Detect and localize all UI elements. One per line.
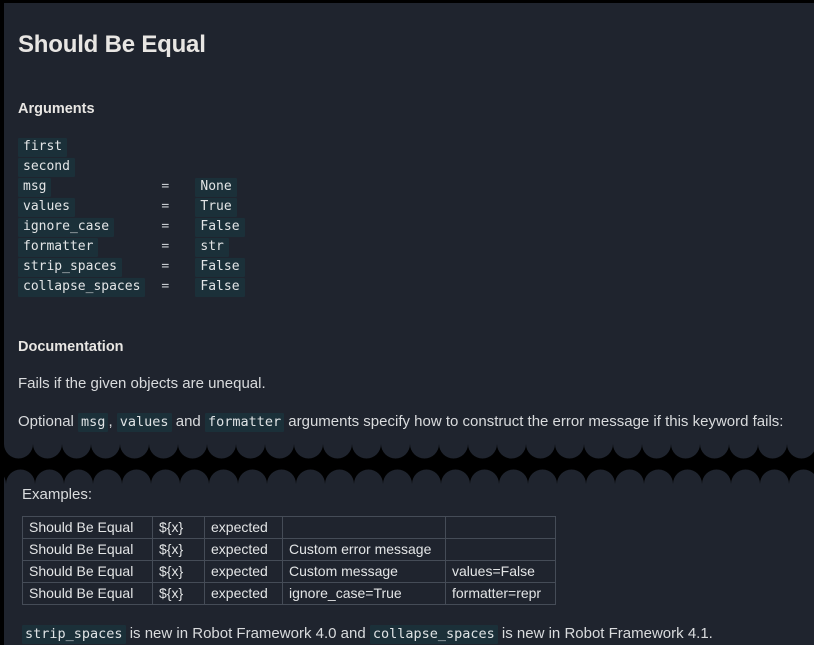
argument-name-chip: ignore_case: [18, 218, 115, 237]
table-cell: Custom message: [282, 560, 446, 583]
argument-row: collapse_spaces = False: [18, 277, 245, 297]
version-note: strip_spaces is new in Robot Framework 4…: [22, 623, 814, 645]
argument-default-chip: False: [195, 218, 245, 237]
page-title: Should Be Equal: [18, 31, 206, 58]
argument-name-chip: second: [18, 158, 75, 177]
argument-row: first: [18, 137, 245, 157]
documentation-body: Should Be Equal Arguments first second msg…: [4, 3, 814, 645]
argument-equals: [153, 157, 195, 177]
examples-label: Examples:: [22, 486, 93, 503]
argument-equals: =: [161, 239, 170, 254]
argument-equals: =: [161, 199, 170, 214]
argument-default: [195, 157, 244, 177]
argument-name: formatter: [18, 237, 153, 257]
argument-name-chip: strip_spaces: [18, 258, 122, 277]
table-cell: ${x}: [152, 538, 205, 561]
table-cell: Custom error message: [282, 538, 446, 561]
torn-band-overlay: [4, 444, 814, 484]
argument-name-chip: first: [18, 138, 68, 157]
argument-name-chip: values: [18, 198, 75, 217]
note-part-2: is new in Robot Framework 4.1.: [497, 625, 713, 642]
table-row: Should Be Equal ${x} expected: [22, 516, 556, 539]
table-cell: ${x}: [152, 516, 205, 539]
argument-row: strip_spaces = False: [18, 257, 245, 277]
examples-table: Should Be Equal ${x} expected Should Be Equ…: [22, 516, 556, 605]
argument-name-chip: msg: [18, 178, 52, 197]
argument-name-chip: formatter: [18, 238, 99, 257]
argument-name: first: [18, 137, 153, 157]
argument-row: formatter = str: [18, 237, 245, 257]
argument-equals: =: [161, 179, 170, 194]
argument-name: strip_spaces: [18, 257, 153, 277]
code-msg: msg: [78, 413, 109, 432]
table-row: Should Be Equal ${x} expected Custom error …: [22, 538, 556, 561]
doc-p2-part-2: ,: [108, 413, 117, 430]
argument-default-chip: True: [195, 198, 237, 217]
table-cell: ${x}: [152, 582, 205, 605]
argument-row: ignore_case = False: [18, 217, 245, 237]
table-cell: expected: [204, 516, 283, 539]
table-row: Should Be Equal ${x} expected ignore_case=T…: [22, 582, 556, 605]
table-cell: expected: [204, 560, 283, 583]
argument-name-chip: collapse_spaces: [18, 278, 146, 297]
argument-name: collapse_spaces: [18, 277, 153, 297]
doc-p2-part-1: Optional: [18, 413, 79, 430]
table-cell: [445, 516, 556, 539]
argument-default-chip: False: [195, 258, 245, 277]
doc-paragraph-1: Fails if the given objects are unequal.: [18, 375, 266, 392]
code-strip-spaces: strip_spaces: [22, 625, 126, 644]
doc-p2-part-4: arguments specify how to construct the e…: [284, 413, 784, 430]
doc-p2-part-3: and: [171, 413, 205, 430]
argument-default: False: [195, 257, 245, 277]
documentation-text: Fails if the given objects are unequal. …: [18, 373, 800, 433]
arguments-heading: Arguments: [18, 101, 95, 117]
argument-default: False: [195, 277, 245, 297]
argument-name: values: [18, 197, 153, 217]
arguments-list: first second msg = None values = True ignore_cas…: [18, 137, 245, 297]
argument-name: msg: [18, 177, 153, 197]
table-cell: values=False: [445, 560, 556, 583]
table-cell: formatter=repr: [445, 582, 556, 605]
table-cell: Should Be Equal: [22, 516, 153, 539]
code-formatter: formatter: [204, 413, 285, 432]
table-cell: ignore_case=True: [282, 582, 446, 605]
argument-name: second: [18, 157, 153, 177]
table-cell: expected: [204, 538, 283, 561]
table-cell: Should Be Equal: [22, 582, 153, 605]
table-cell: Should Be Equal: [22, 538, 153, 561]
examples-section: Examples: Should Be Equal ${x} expected Sho…: [8, 484, 814, 645]
argument-equals: =: [161, 259, 170, 274]
table-cell: expected: [204, 582, 283, 605]
argument-default-chip: False: [195, 278, 245, 297]
table-row: Should Be Equal ${x} expected Custom messag…: [22, 560, 556, 583]
documentation-page: Should Be Equal Arguments first second msg…: [0, 0, 814, 645]
argument-equals: [153, 137, 195, 157]
doc-paragraph-2: Optional msg, values and formatter argum…: [18, 411, 800, 433]
argument-default: [195, 137, 244, 157]
argument-row: values = True: [18, 197, 245, 217]
table-cell: ${x}: [152, 560, 205, 583]
table-cell: Should Be Equal: [22, 560, 153, 583]
argument-default-chip: str: [195, 238, 229, 257]
argument-default: True: [195, 197, 244, 217]
argument-default: str: [195, 237, 244, 257]
argument-equals: =: [161, 279, 170, 294]
argument-equals: =: [161, 219, 170, 234]
argument-default: False: [195, 217, 245, 237]
documentation-content: Should Be Equal Arguments first second msg…: [4, 3, 814, 433]
argument-default: None: [195, 177, 244, 197]
argument-row: msg = None: [18, 177, 245, 197]
table-cell: [282, 516, 446, 539]
code-collapse-spaces: collapse_spaces: [369, 625, 498, 644]
argument-row: second: [18, 157, 245, 177]
documentation-heading: Documentation: [18, 339, 124, 355]
note-part-1: is new in Robot Framework 4.0 and: [125, 625, 370, 642]
code-values: values: [116, 413, 172, 432]
argument-default-chip: None: [195, 178, 237, 197]
table-cell: [445, 538, 556, 561]
argument-name: ignore_case: [18, 217, 153, 237]
